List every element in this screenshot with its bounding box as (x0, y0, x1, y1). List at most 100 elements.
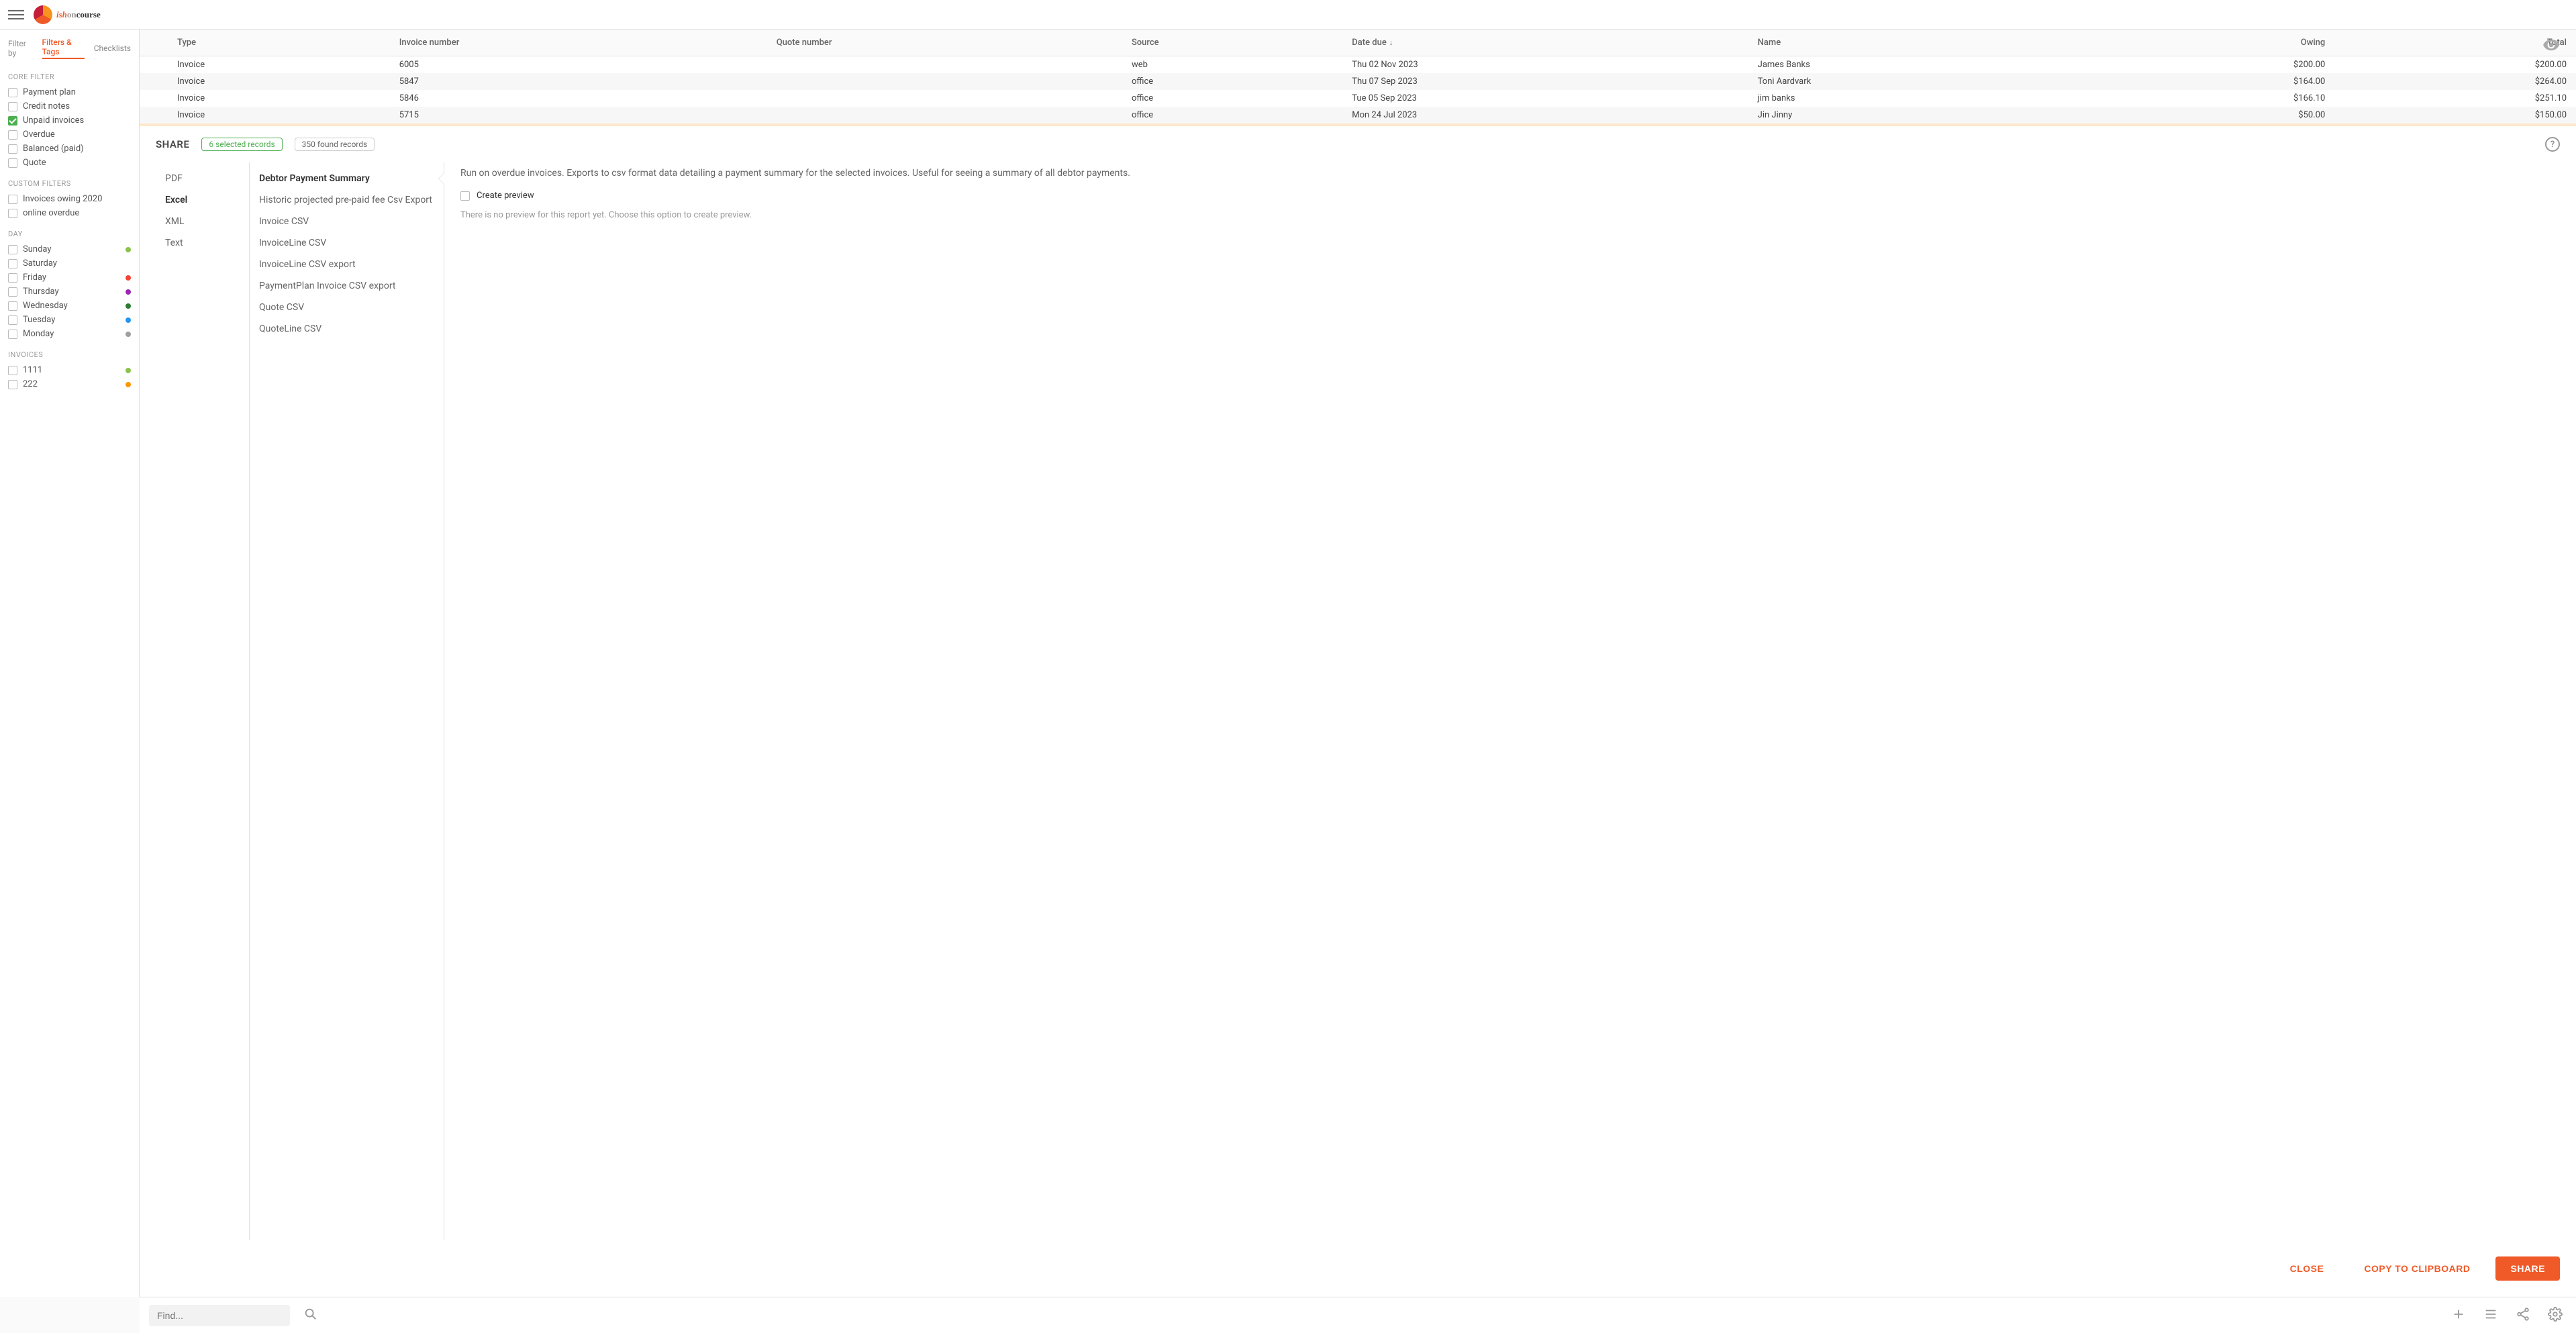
filter-label: Tuesday (23, 315, 55, 325)
core-filter-item-5[interactable]: Quote (8, 156, 131, 170)
table-row[interactable]: Invoice5715officeMon 24 Jul 2023Jin Jinn… (140, 107, 2576, 124)
col-type[interactable]: Type (168, 30, 390, 56)
app-logo[interactable]: ishoncourse (34, 5, 101, 24)
format-xml[interactable]: XML (156, 211, 249, 232)
checkbox[interactable] (8, 158, 17, 168)
template-item-7[interactable]: QuoteLine CSV (250, 318, 444, 340)
hamburger-menu-icon[interactable] (8, 7, 24, 23)
template-item-1[interactable]: Historic projected pre-paid fee Csv Expo… (250, 189, 444, 211)
core-filter-item-0[interactable]: Payment plan (8, 85, 131, 99)
core-filter-item-1[interactable]: Credit notes (8, 99, 131, 113)
col-date-due[interactable]: Date due↓ (1342, 30, 1748, 56)
table-row[interactable]: Invoice5847officeThu 07 Sep 2023Toni Aar… (140, 73, 2576, 90)
help-icon[interactable]: ? (2545, 137, 2560, 152)
day-item-2[interactable]: Friday (8, 270, 131, 285)
template-item-4[interactable]: InvoiceLine CSV export (250, 254, 444, 275)
format-pdf[interactable]: PDF (156, 168, 249, 189)
copy-clipboard-button[interactable]: COPY TO CLIPBOARD (2349, 1256, 2485, 1281)
template-item-2[interactable]: Invoice CSV (250, 211, 444, 232)
add-icon[interactable] (2447, 1303, 2470, 1328)
selected-records-badge[interactable]: 6 selected records (201, 138, 282, 151)
row-checkbox-cell[interactable] (140, 73, 168, 90)
core-filter-item-2[interactable]: Unpaid invoices (8, 113, 131, 128)
share-button[interactable]: SHARE (2495, 1256, 2560, 1281)
checkbox[interactable] (8, 245, 17, 254)
checkbox[interactable] (8, 88, 17, 97)
cell-due: Thu 07 Sep 2023 (1342, 73, 1748, 90)
day-title: DAY (8, 230, 131, 238)
filter-label: Overdue (23, 130, 55, 140)
cell-name: Jin Jinny (1748, 107, 2093, 124)
table-row[interactable]: Invoice5846officeTue 05 Sep 2023jim bank… (140, 90, 2576, 107)
visibility-icon[interactable] (2542, 36, 2560, 56)
checkbox[interactable] (8, 144, 17, 154)
col-quote-number[interactable]: Quote number (767, 30, 1122, 56)
settings-icon[interactable] (2544, 1303, 2567, 1328)
checkbox[interactable] (8, 273, 17, 283)
day-item-1[interactable]: Saturday (8, 256, 131, 270)
table-row[interactable]: Invoice6005webThu 02 Nov 2023James Banks… (140, 56, 2576, 74)
checkbox[interactable] (8, 301, 17, 311)
row-checkbox-cell[interactable] (140, 107, 168, 124)
custom-filter-item-1[interactable]: online overdue (8, 206, 131, 220)
format-excel[interactable]: Excel (156, 189, 249, 211)
custom-filter-item-0[interactable]: Invoices owing 2020 (8, 192, 131, 206)
core-filter-item-4[interactable]: Balanced (paid) (8, 142, 131, 156)
col-total[interactable]: Total (2334, 30, 2576, 56)
checkbox[interactable] (8, 102, 17, 111)
col-name[interactable]: Name (1748, 30, 2093, 56)
day-item-5[interactable]: Tuesday (8, 313, 131, 327)
share-icon[interactable] (2512, 1303, 2534, 1328)
create-preview-checkbox[interactable] (460, 191, 470, 201)
row-checkbox-cell[interactable] (140, 90, 168, 107)
invoices-item-1[interactable]: 222 (8, 377, 131, 391)
cell-type: Invoice (168, 56, 390, 74)
found-records-badge[interactable]: 350 found records (295, 138, 375, 151)
list-view-icon[interactable] (2479, 1303, 2502, 1328)
checkbox[interactable] (8, 366, 17, 375)
core-filter-item-3[interactable]: Overdue (8, 128, 131, 142)
template-item-0[interactable]: Debtor Payment Summary (250, 168, 444, 189)
col-invoice-number[interactable]: Invoice number (390, 30, 767, 56)
color-dot-icon (126, 289, 131, 295)
share-modal: SHARE 6 selected records 350 found recor… (140, 126, 2576, 1297)
filter-label: Thursday (23, 287, 59, 297)
filter-label: Credit notes (23, 101, 70, 111)
checkbox[interactable] (8, 116, 17, 126)
row-checkbox-cell[interactable] (140, 56, 168, 74)
checkbox[interactable] (8, 195, 17, 204)
filter-label: online overdue (23, 208, 79, 218)
col-source[interactable]: Source (1122, 30, 1342, 56)
filter-label: Monday (23, 329, 54, 339)
checkbox[interactable] (8, 130, 17, 140)
template-item-3[interactable]: InvoiceLine CSV (250, 232, 444, 254)
cell-name: James Banks (1748, 56, 2093, 74)
day-item-6[interactable]: Monday (8, 327, 131, 341)
template-item-5[interactable]: PaymentPlan Invoice CSV export (250, 275, 444, 297)
tab-filters-tags[interactable]: Filters & Tags (42, 38, 85, 59)
format-text[interactable]: Text (156, 232, 249, 254)
cell-owing: $50.00 (2093, 107, 2335, 124)
checkbox[interactable] (8, 330, 17, 339)
day-item-3[interactable]: Thursday (8, 285, 131, 299)
day-item-0[interactable]: Sunday (8, 242, 131, 256)
cell-due: Thu 02 Nov 2023 (1342, 56, 1748, 74)
checkbox[interactable] (8, 209, 17, 218)
search-input[interactable] (149, 1305, 290, 1326)
col-owing[interactable]: Owing (2093, 30, 2335, 56)
core-filter-title: CORE FILTER (8, 72, 131, 81)
checkbox[interactable] (8, 287, 17, 297)
cell-name: Toni Aardvark (1748, 73, 2093, 90)
checkbox[interactable] (8, 259, 17, 268)
cell-total: $264.00 (2334, 73, 2576, 90)
template-item-6[interactable]: Quote CSV (250, 297, 444, 318)
logo-text: ishoncourse (56, 9, 101, 20)
search-icon[interactable] (299, 1303, 322, 1328)
invoices-item-0[interactable]: 1111 (8, 363, 131, 377)
color-dot-icon (126, 275, 131, 281)
day-item-4[interactable]: Wednesday (8, 299, 131, 313)
close-button[interactable]: CLOSE (2275, 1256, 2339, 1281)
checkbox[interactable] (8, 380, 17, 389)
checkbox[interactable] (8, 315, 17, 325)
tab-checklists[interactable]: Checklists (94, 44, 131, 53)
